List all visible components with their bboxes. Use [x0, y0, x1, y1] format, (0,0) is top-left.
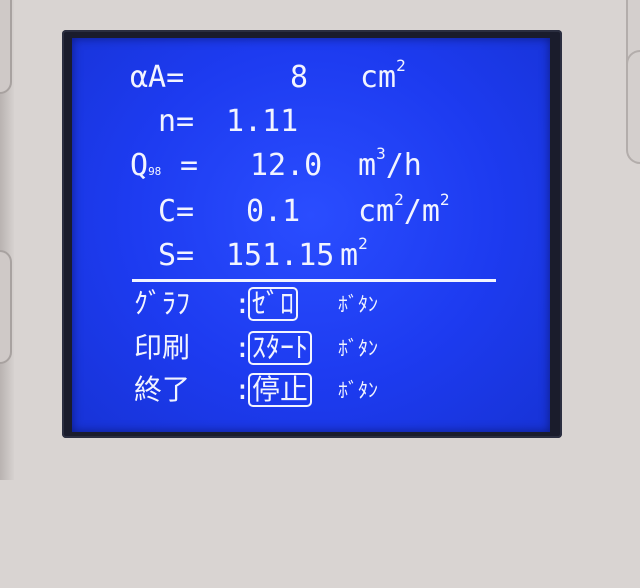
menu-graph-suffix: ﾎﾞﾀﾝ [338, 292, 378, 316]
n-label: n= [158, 104, 195, 139]
s-label: S= [158, 238, 195, 273]
parameter-row-flow: Q98 = 12.0 m3/h [72, 144, 550, 184]
device-side-button-upper[interactable] [0, 0, 12, 94]
n-value: 1.11 [226, 104, 299, 139]
menu-print-suffix: ﾎﾞﾀﾝ [338, 336, 378, 360]
menu-row-graph[interactable]: ｸﾞﾗﾌ : ｾﾞﾛ ﾎﾞﾀﾝ [72, 286, 550, 322]
s-unit: m2 [340, 234, 368, 274]
c-label: C= [158, 194, 195, 229]
menu-row-exit[interactable]: 終了 : 停止 ﾎﾞﾀﾝ [72, 372, 550, 408]
device-side-button-lower[interactable] [0, 250, 12, 364]
menu-exit-suffix: ﾎﾞﾀﾝ [338, 378, 378, 402]
flow-unit: m3/h [358, 144, 422, 184]
parameter-row-c: C= 0.1 cm2/m2 [72, 190, 550, 230]
area-value: 8 [290, 60, 309, 95]
divider-line [132, 279, 496, 282]
flow-equals: = [180, 148, 199, 183]
parameter-row-n: n= 1.11 [72, 104, 550, 140]
device-side-button-right[interactable] [626, 50, 640, 164]
c-unit: cm2/m2 [358, 190, 450, 230]
c-value: 0.1 [246, 194, 301, 229]
menu-graph-label: ｸﾞﾗﾌ [134, 287, 191, 320]
parameter-row-area: αA= 8 cm2 [72, 56, 550, 96]
menu-row-print[interactable]: 印刷 : ｽﾀｰﾄ ﾎﾞﾀﾝ [72, 330, 550, 366]
stop-button-label[interactable]: 停止 [248, 372, 313, 408]
flow-label: Q98 [130, 148, 162, 183]
area-unit: cm2 [360, 56, 406, 96]
s-value: 151.15 [226, 238, 335, 273]
flow-value: 12.0 [250, 148, 323, 183]
lcd-screen: αA= 8 cm2 n= 1.11 Q98 = 12.0 m3/h C= 0.1… [72, 38, 550, 432]
zero-button-label[interactable]: ｾﾞﾛ [248, 286, 299, 322]
menu-exit-label: 終了 [134, 373, 191, 406]
parameter-row-s: S= 151.15 m2 [72, 234, 550, 274]
start-button-label[interactable]: ｽﾀｰﾄ [248, 330, 313, 366]
menu-print-label: 印刷 [134, 331, 191, 364]
area-label: αA= [130, 60, 185, 95]
